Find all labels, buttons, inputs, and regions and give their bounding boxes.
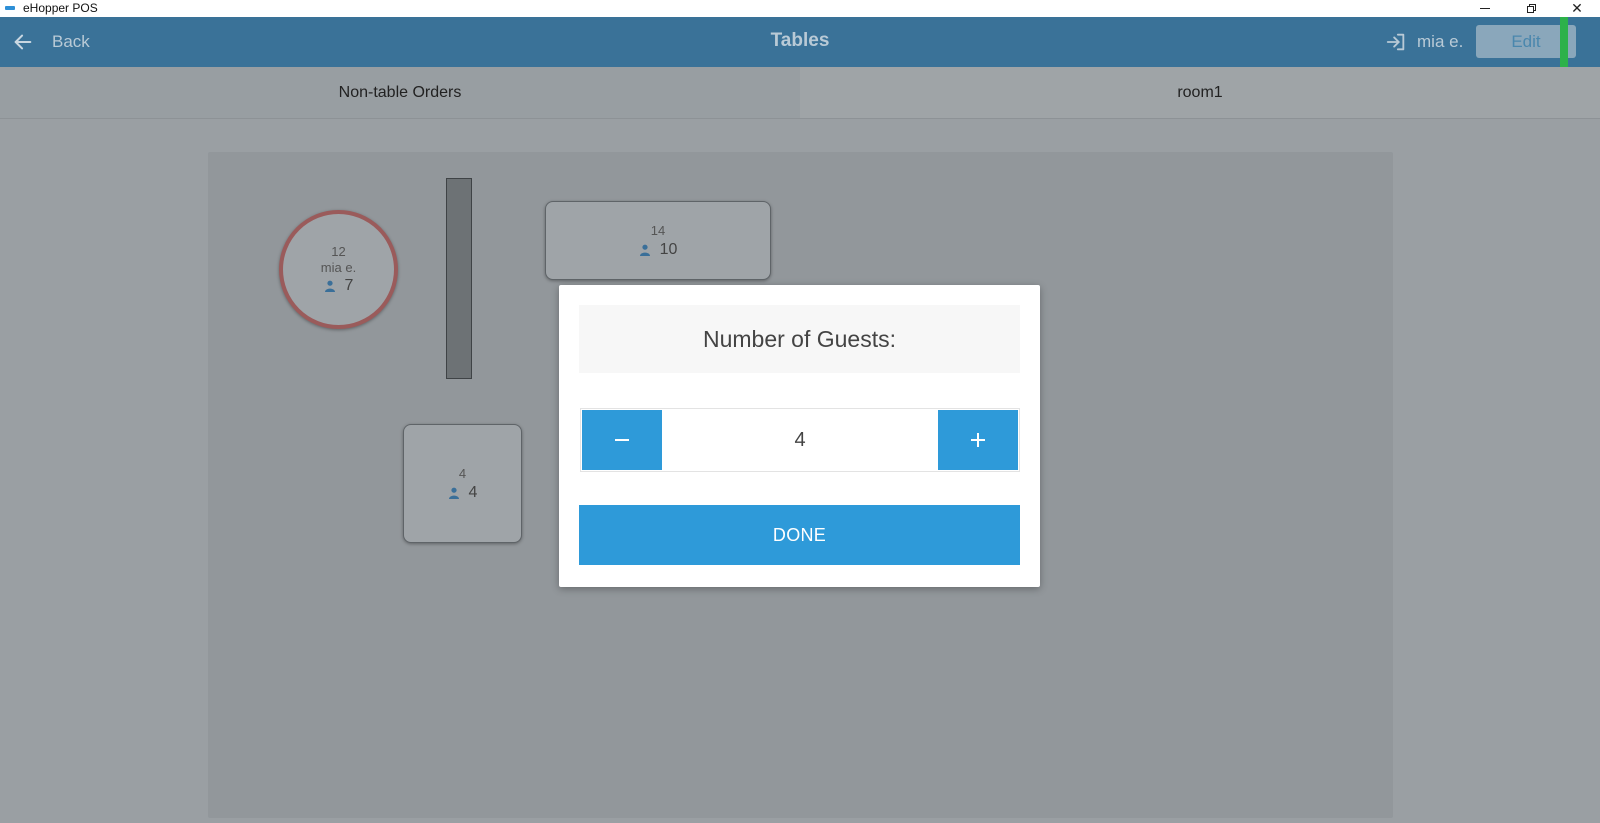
done-button[interactable]: DONE <box>579 505 1020 565</box>
arrow-left-icon <box>14 34 32 50</box>
minimize-icon <box>1480 8 1490 9</box>
guest-count-value[interactable]: 4 <box>663 409 937 471</box>
wall-divider <box>446 178 472 379</box>
close-button[interactable]: ✕ <box>1554 0 1600 17</box>
guest-count: 7 <box>344 277 354 294</box>
tab-room1[interactable]: room1 <box>800 67 1600 119</box>
minus-icon <box>615 439 629 441</box>
guest-count-stepper: 4 <box>580 408 1020 472</box>
person-icon <box>639 244 650 256</box>
app-icon <box>5 6 15 10</box>
person-icon <box>448 487 459 499</box>
table-guests: 10 <box>639 240 678 259</box>
person-icon <box>324 280 335 292</box>
table-server: mia e. <box>320 260 357 275</box>
back-button[interactable]: Back <box>12 27 90 57</box>
minimize-button[interactable] <box>1462 0 1508 17</box>
window-title: eHopper POS <box>23 1 98 15</box>
increment-button[interactable] <box>938 410 1018 470</box>
table-12[interactable]: 12 mia e. 7 <box>279 210 398 329</box>
guest-count: 4 <box>468 483 478 501</box>
table-number: 14 <box>650 222 666 238</box>
table-number: 12 <box>331 244 346 259</box>
user-name: mia e. <box>1417 32 1464 51</box>
table-4[interactable]: 4 4 <box>403 424 522 543</box>
close-icon: ✕ <box>1571 0 1583 16</box>
table-number: 4 <box>458 465 467 481</box>
restore-icon <box>1526 4 1536 13</box>
guests-dialog: Number of Guests: 4 DONE <box>559 285 1040 587</box>
guest-count: 10 <box>659 240 678 258</box>
table-guests: 4 <box>448 483 478 502</box>
status-accent-bar <box>1560 17 1568 67</box>
room-tabs: Non-table Orders room1 <box>0 67 1600 119</box>
plus-icon <box>971 433 985 447</box>
dialog-title: Number of Guests: <box>579 305 1020 373</box>
user-logout-button[interactable]: mia e. <box>1385 29 1463 55</box>
app-header: Back Tables mia e. Edit <box>0 17 1600 67</box>
back-label: Back <box>52 32 90 51</box>
restore-button[interactable] <box>1508 0 1554 17</box>
sign-out-icon <box>1386 33 1405 51</box>
window-titlebar: eHopper POS ✕ <box>0 0 1600 17</box>
page-title: Tables <box>770 30 830 51</box>
table-14[interactable]: 14 10 <box>545 201 771 280</box>
decrement-button[interactable] <box>582 410 662 470</box>
tab-non-table-orders[interactable]: Non-table Orders <box>0 67 800 119</box>
table-guests: 7 <box>324 277 354 295</box>
